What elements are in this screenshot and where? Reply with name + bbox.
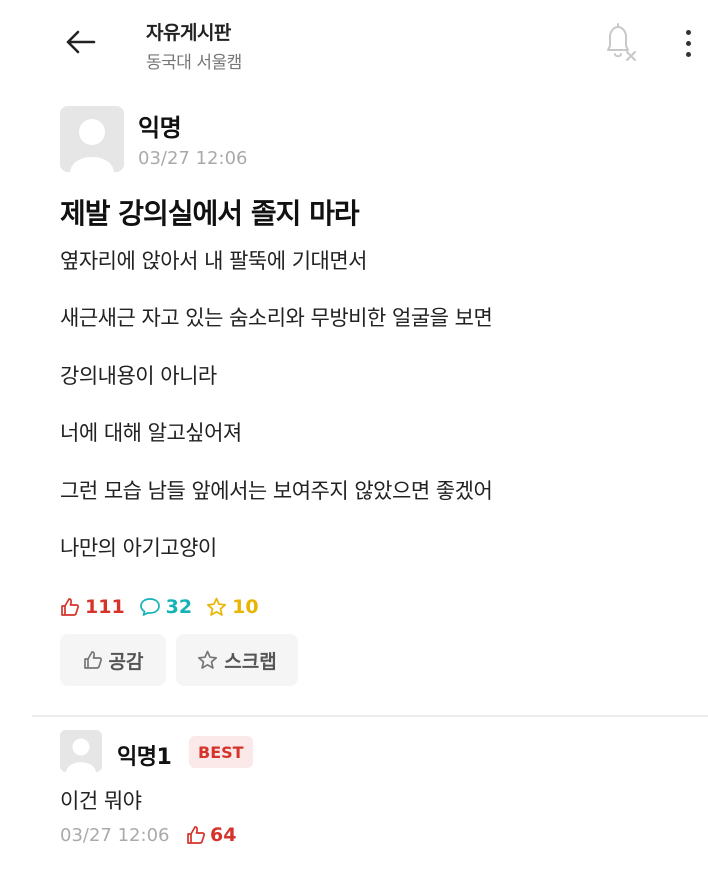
post-body-line: 옆자리에 앉아서 내 팔뚝에 기대면서 bbox=[60, 249, 368, 273]
back-button[interactable] bbox=[58, 24, 102, 60]
post-body: 옆자리에 앉아서 내 팔뚝에 기대면서 새근새근 자고 있는 숨소리와 무방비한… bbox=[60, 246, 680, 590]
post-date: 03/27 12:06 bbox=[138, 148, 248, 169]
post-body-line: 너에 대해 알고싶어져 bbox=[60, 421, 242, 446]
scrap-button[interactable]: 스크랩 bbox=[176, 634, 298, 686]
arrow-left-icon bbox=[66, 30, 96, 54]
star-icon bbox=[198, 650, 218, 669]
post-body-line: 강의내용이 아니라 bbox=[60, 363, 217, 388]
default-avatar-icon bbox=[60, 730, 102, 772]
comment-count: 32 bbox=[139, 596, 192, 618]
default-avatar-icon bbox=[60, 106, 124, 172]
comment-count-value: 32 bbox=[165, 596, 193, 618]
comment-author-avatar bbox=[60, 730, 102, 772]
bell-off-icon bbox=[607, 23, 636, 61]
scrap-count: 10 bbox=[206, 596, 259, 618]
notification-toggle-button[interactable] bbox=[600, 20, 640, 62]
like-count: 111 bbox=[60, 596, 125, 618]
comment-date: 03/27 12:06 bbox=[60, 825, 170, 846]
post-author: 익명 bbox=[138, 114, 182, 142]
comment-author: 익명1 bbox=[117, 745, 172, 770]
section-divider bbox=[32, 715, 708, 717]
like-count-value: 111 bbox=[85, 596, 125, 618]
post-title: 제발 강의실에서 졸지 마라 bbox=[60, 197, 360, 230]
more-options-button[interactable] bbox=[670, 22, 706, 64]
author-avatar bbox=[60, 106, 124, 172]
thumbs-up-icon bbox=[61, 598, 80, 616]
post-body-line: 그런 모습 남들 앞에서는 보여주지 않았으면 좋겠어 bbox=[60, 478, 493, 503]
scrap-button-label: 스크랩 bbox=[224, 650, 277, 673]
more-vertical-icon-dot bbox=[685, 29, 691, 35]
comment-text: 이건 뭐야 bbox=[60, 789, 142, 813]
star-icon bbox=[207, 597, 227, 616]
more-vertical-icon-dot bbox=[685, 40, 691, 46]
comment-like-count[interactable]: 64 bbox=[186, 824, 236, 846]
like-button[interactable]: 공감 bbox=[60, 634, 166, 686]
board-title: 자유게시판 bbox=[146, 22, 231, 44]
like-button-label: 공감 bbox=[108, 650, 144, 673]
post-body-line: 새근새근 자고 있는 숨소리와 무방비한 얼굴을 보면 bbox=[60, 306, 493, 331]
thumbs-up-icon bbox=[83, 651, 102, 669]
best-badge: BEST bbox=[189, 736, 253, 768]
thumbs-up-icon bbox=[187, 826, 206, 844]
comment-like-value: 64 bbox=[210, 824, 237, 846]
post-body-line: 나만의 아기고양이 bbox=[60, 535, 217, 560]
scrap-count-value: 10 bbox=[232, 596, 259, 618]
speech-bubble-icon bbox=[139, 598, 160, 616]
app-header: 자유게시판 동국대 서울캠 bbox=[0, 0, 708, 90]
board-subtitle: 동국대 서울캠 bbox=[146, 53, 242, 73]
post-stats: 111 32 10 bbox=[60, 594, 273, 620]
more-vertical-icon-dot bbox=[685, 51, 691, 57]
